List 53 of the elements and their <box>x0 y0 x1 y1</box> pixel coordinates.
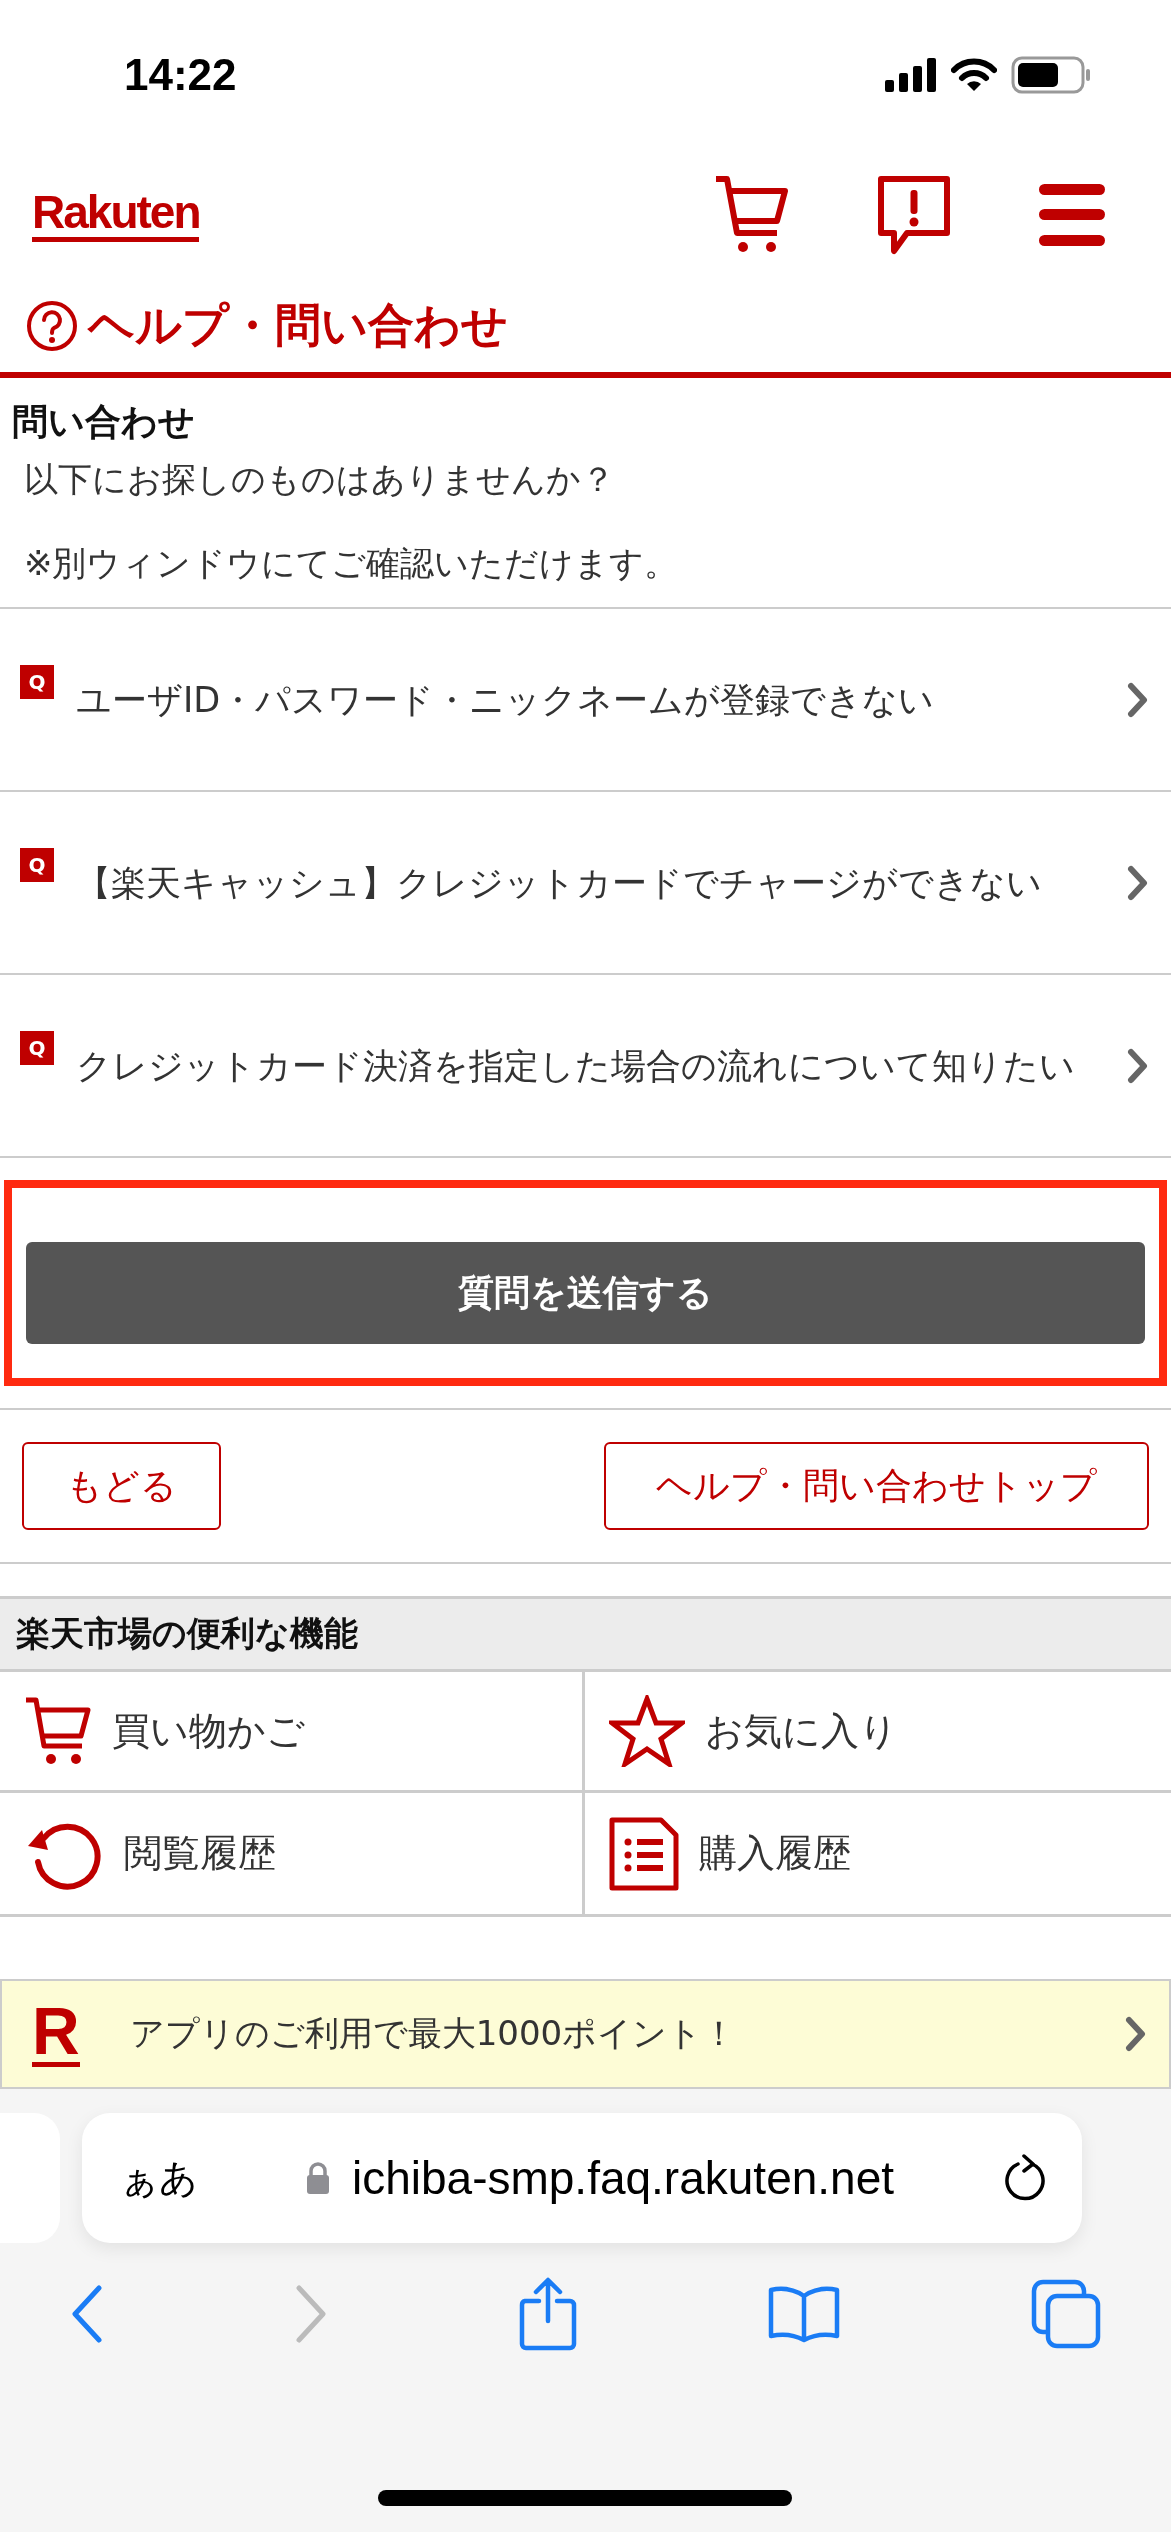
star-icon <box>609 1695 685 1768</box>
nav-button[interactable]: もどる <box>22 1442 221 1531</box>
section-title: 問い合わせ <box>11 400 196 444</box>
rakuten-logo[interactable]: Rakuten <box>32 188 200 242</box>
back-icon[interactable] <box>70 2284 104 2345</box>
feature-label: 閲覧履歴 <box>124 1830 276 1878</box>
text-size-button[interactable]: ぁあ <box>120 2152 198 2204</box>
features-header: 楽天市場の便利な機能 <box>0 1596 1171 1673</box>
question-badge: Q <box>20 665 54 700</box>
faq-item[interactable]: Q 【楽天キャッシュ】クレジットカードでチャージができない <box>0 792 1171 976</box>
feature-link[interactable]: 閲覧履歴 <box>0 1793 585 1915</box>
rakuten-r-logo: R <box>32 2002 80 2067</box>
question-badge: Q <box>20 848 54 883</box>
banner-text: アプリのご利用で最大1000ポイント！ <box>129 2012 738 2056</box>
menu-icon[interactable] <box>1039 184 1105 246</box>
chevron-right-icon <box>1125 2016 1147 2053</box>
faq-question: 【楽天キャッシュ】クレジットカードでチャージができない <box>76 861 1043 905</box>
address-bar[interactable]: ぁあ ichiba-smp.faq.rakuten.net <box>82 2113 1082 2244</box>
page-title: ヘルプ・問い合わせ <box>88 297 508 354</box>
document-list-icon <box>609 1816 679 1891</box>
nav-button[interactable]: ヘルプ・問い合わせトップ <box>604 1442 1149 1531</box>
cart-icon[interactable] <box>713 175 789 255</box>
feature-label: 買い物かご <box>112 1707 305 1755</box>
chevron-right-icon <box>1127 681 1149 718</box>
faq-item[interactable]: Q ユーザID・パスワード・ニックネームが登録できない <box>0 609 1171 793</box>
chevron-right-icon <box>1127 864 1149 901</box>
lock-icon <box>305 2162 330 2195</box>
url-text: ichiba-smp.faq.rakuten.net <box>351 2151 895 2206</box>
question-badge: Q <box>20 1031 54 1066</box>
feature-link[interactable]: 購入履歴 <box>585 1793 1171 1915</box>
battery-icon <box>1011 56 1091 94</box>
app-banner[interactable]: R アプリのご利用で最大1000ポイント！ <box>0 1979 1171 2090</box>
share-icon[interactable] <box>518 2277 577 2352</box>
bookmarks-icon[interactable] <box>766 2284 841 2345</box>
faq-question: クレジットカード決済を指定した場合の流れについて知りたい <box>76 1044 1076 1088</box>
intro-text: 以下にお探しのものはありませんか？ <box>24 458 616 501</box>
intro-text: ※別ウィンドウにてご確認いただけます。 <box>24 542 680 586</box>
wifi-icon <box>951 58 997 92</box>
chevron-right-icon <box>1127 1047 1149 1084</box>
feature-link[interactable]: 買い物かご <box>0 1672 585 1794</box>
help-icon <box>26 300 78 352</box>
reload-icon[interactable] <box>1002 2154 1048 2203</box>
feature-label: お気に入り <box>705 1707 898 1755</box>
cart-icon <box>24 1696 92 1767</box>
faq-question: ユーザID・パスワード・ニックネームが登録できない <box>76 678 936 722</box>
status-time: 14:22 <box>124 50 237 100</box>
feature-label: 購入履歴 <box>699 1830 851 1878</box>
feature-link[interactable]: お気に入り <box>585 1672 1171 1794</box>
tabs-icon[interactable] <box>1031 2279 1101 2350</box>
alert-message-icon[interactable] <box>877 175 951 255</box>
submit-question-button[interactable]: 質問を送信する <box>26 1242 1145 1345</box>
signal-icon <box>885 58 937 92</box>
faq-item[interactable]: Q クレジットカード決済を指定した場合の流れについて知りたい <box>0 975 1171 1159</box>
